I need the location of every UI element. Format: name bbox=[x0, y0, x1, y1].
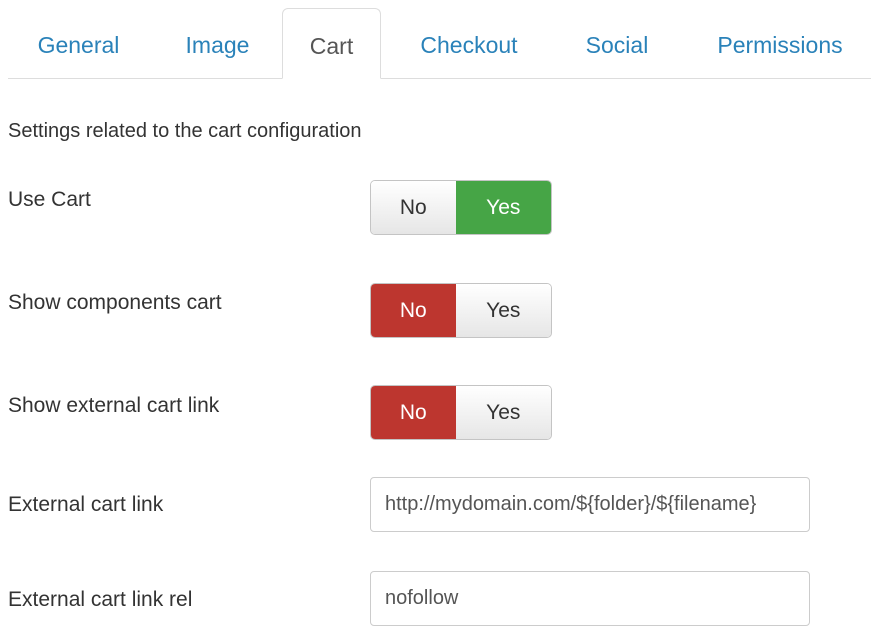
use-cart-label: Use Cart bbox=[8, 188, 91, 211]
section-description: Settings related to the cart configurati… bbox=[8, 120, 362, 142]
show-components-cart-yes-button[interactable]: Yes bbox=[455, 284, 551, 337]
external-cart-link-input[interactable] bbox=[370, 477, 810, 532]
use-cart-yes-button[interactable]: Yes bbox=[455, 181, 551, 234]
tab-image[interactable]: Image bbox=[155, 8, 280, 78]
tab-cart[interactable]: Cart bbox=[282, 8, 381, 79]
external-cart-link-rel-input[interactable] bbox=[370, 571, 810, 626]
tab-social[interactable]: Social bbox=[557, 8, 677, 78]
show-external-cart-link-yes-button[interactable]: Yes bbox=[455, 386, 551, 439]
external-cart-link-rel-label: External cart link rel bbox=[8, 588, 193, 611]
use-cart-no-button[interactable]: No bbox=[371, 181, 456, 234]
show-external-cart-link-no-button[interactable]: No bbox=[371, 386, 456, 439]
show-components-cart-toggle: No Yes bbox=[370, 283, 552, 338]
tab-permissions[interactable]: Permissions bbox=[689, 8, 871, 78]
show-components-cart-label: Show components cart bbox=[8, 291, 222, 314]
external-cart-link-label: External cart link bbox=[8, 493, 164, 516]
tab-checkout[interactable]: Checkout bbox=[393, 8, 545, 78]
show-external-cart-link-label: Show external cart link bbox=[8, 394, 220, 417]
show-external-cart-link-toggle: No Yes bbox=[370, 385, 552, 440]
tab-bar: General Image Cart Checkout Social Permi… bbox=[8, 8, 871, 79]
show-components-cart-no-button[interactable]: No bbox=[371, 284, 456, 337]
tab-general[interactable]: General bbox=[8, 8, 149, 78]
tab-bar-divider bbox=[8, 78, 871, 79]
use-cart-toggle: No Yes bbox=[370, 180, 552, 235]
